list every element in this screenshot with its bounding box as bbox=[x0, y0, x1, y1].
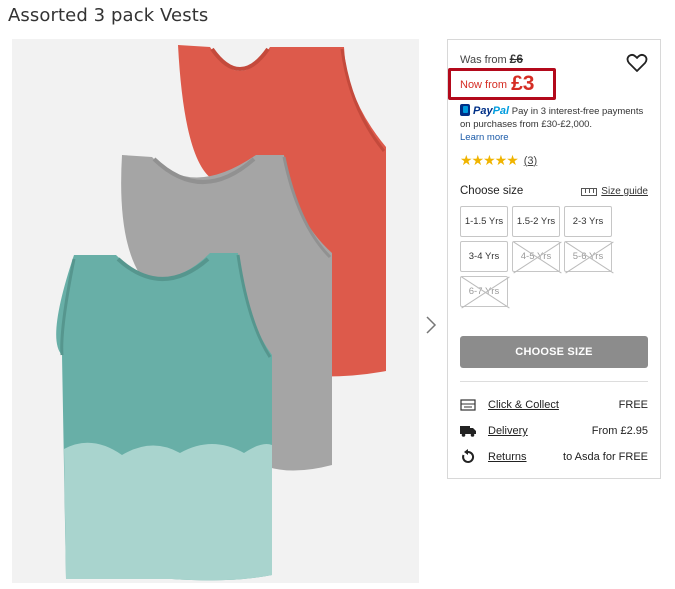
click-collect-link[interactable]: Click & Collect bbox=[488, 399, 619, 411]
size-option-5-6-unavailable[interactable]: 5-6 Yrs bbox=[564, 241, 612, 272]
returns-link[interactable]: Returns bbox=[488, 451, 563, 463]
truck-icon bbox=[460, 424, 476, 438]
size-options: 1-1.5 Yrs 1.5-2 Yrs 2-3 Yrs 3-4 Yrs 4-5 … bbox=[460, 206, 620, 307]
delivery-link[interactable]: Delivery bbox=[488, 425, 592, 437]
size-option-4-5-unavailable[interactable]: 4-5 Yrs bbox=[512, 241, 560, 272]
paypal-learn-more-link[interactable]: Learn more bbox=[460, 131, 656, 144]
now-price-value: £3 bbox=[511, 72, 535, 95]
teal-vest-image bbox=[56, 253, 272, 581]
size-option-6-7-unavailable[interactable]: 6-7 Yrs bbox=[460, 276, 508, 307]
product-purchase-panel: Was from £6 Now from £3 PayPal Pay in 3 in… bbox=[447, 39, 661, 479]
delivery-row: Delivery From £2.95 bbox=[460, 423, 648, 439]
next-image-chevron-icon[interactable] bbox=[423, 313, 439, 337]
choose-size-label: Choose size bbox=[460, 185, 524, 197]
size-guide-label: Size guide bbox=[601, 186, 648, 197]
paypal-logo-icon bbox=[460, 104, 470, 116]
now-price: Now from £3 bbox=[460, 72, 534, 96]
paypal-offer: PayPal Pay in 3 interest-free payments o… bbox=[460, 104, 656, 144]
was-price-value: £6 bbox=[509, 52, 524, 66]
product-title: Assorted 3 pack Vests bbox=[8, 5, 209, 26]
rating-stars-icon: ★★★★★ bbox=[460, 152, 519, 168]
store-icon bbox=[460, 398, 476, 412]
size-guide-link[interactable]: Size guide bbox=[581, 186, 648, 197]
vests-illustration bbox=[56, 45, 386, 581]
ruler-icon bbox=[581, 187, 598, 196]
size-option-1-1.5[interactable]: 1-1.5 Yrs bbox=[460, 206, 508, 237]
paypal-logo-text: PayPal bbox=[473, 105, 510, 117]
review-count-link[interactable]: (3) bbox=[524, 155, 537, 167]
product-rating[interactable]: ★★★★★ (3) bbox=[460, 152, 537, 169]
size-option-2-3[interactable]: 2-3 Yrs bbox=[564, 206, 612, 237]
wishlist-heart-icon[interactable] bbox=[626, 53, 648, 73]
click-collect-row: Click & Collect FREE bbox=[460, 397, 648, 413]
size-option-3-4[interactable]: 3-4 Yrs bbox=[460, 241, 508, 272]
divider bbox=[460, 381, 648, 382]
choose-size-button[interactable]: CHOOSE SIZE bbox=[460, 336, 648, 368]
returns-row: Returns to Asda for FREE bbox=[460, 449, 648, 465]
delivery-value: From £2.95 bbox=[591, 425, 648, 437]
returns-arrow-icon bbox=[460, 449, 476, 464]
returns-value: to Asda for FREE bbox=[563, 451, 648, 463]
was-price: Was from £6 bbox=[460, 52, 523, 66]
was-label: Was from bbox=[460, 54, 507, 66]
product-image[interactable] bbox=[12, 39, 419, 583]
click-collect-value: FREE bbox=[618, 399, 648, 411]
now-label: Now from bbox=[460, 79, 508, 91]
size-option-1.5-2[interactable]: 1.5-2 Yrs bbox=[512, 206, 560, 237]
